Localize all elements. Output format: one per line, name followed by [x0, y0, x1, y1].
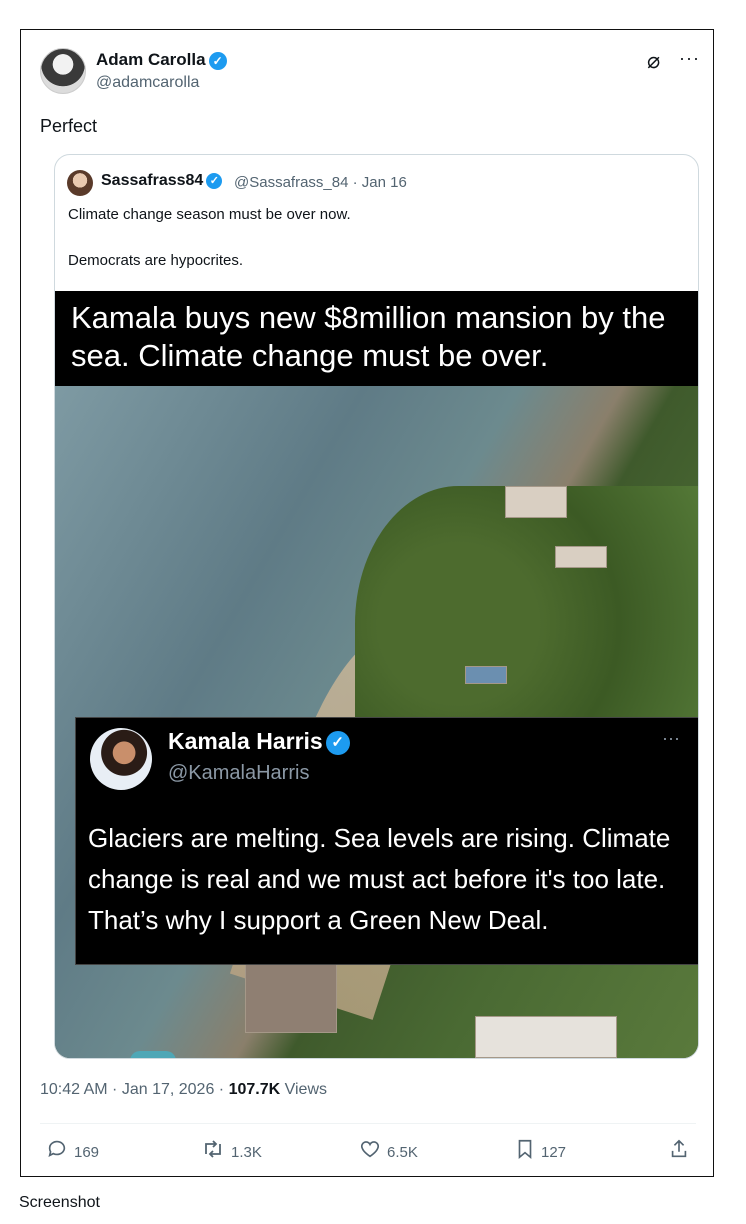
meme-header-text: Kamala buys new $8million mansion by the… [55, 291, 698, 386]
house [555, 546, 607, 568]
tweet-meta: 10:42 AM · Jan 17, 2026 · 107.7K Views [40, 1081, 327, 1099]
views-count: 107.7K [228, 1081, 281, 1098]
embedded-author-name-row: Kamala Harris ✓ [168, 728, 350, 755]
repost-button[interactable]: 1.3K [201, 1138, 262, 1166]
divider [40, 1123, 696, 1124]
share-button[interactable] [669, 1138, 689, 1166]
quoted-author-avatar [67, 170, 93, 196]
more-icon[interactable]: ··· [679, 48, 700, 69]
quoted-tweet[interactable]: Sassafrass84 ✓ @Sassafrass_84 · Jan 16 Cl… [54, 154, 699, 1059]
reply-button[interactable]: 169 [46, 1138, 99, 1166]
meme-image[interactable]: Kamala buys new $8million mansion by the… [55, 291, 698, 1058]
screenshot-caption: Screenshot [19, 1194, 100, 1211]
author-name-row[interactable]: Adam Carolla ✓ [96, 50, 227, 70]
quoted-author-handle: @Sassafrass_84 · Jan 16 [234, 174, 407, 191]
views-label: Views [280, 1081, 327, 1098]
embedded-author-avatar [90, 728, 152, 790]
bookmark-count: 127 [541, 1143, 567, 1161]
quoted-text-line: Democrats are hypocrites. [68, 252, 244, 269]
bookmark-icon [515, 1138, 535, 1166]
author-avatar[interactable] [40, 48, 86, 94]
reply-count: 169 [74, 1143, 100, 1161]
heart-icon [359, 1138, 381, 1166]
pool [130, 1051, 176, 1058]
repost-count: 1.3K [231, 1143, 262, 1161]
bookmark-button[interactable]: 127 [515, 1138, 566, 1166]
quoted-author-name: Sassafrass84 [101, 172, 204, 189]
grok-icon[interactable]: ⌀ [647, 48, 660, 74]
embedded-tweet-text: Glaciers are melting. Sea levels are ris… [88, 823, 671, 935]
author-handle[interactable]: @adamcarolla [96, 74, 199, 92]
quoted-author-name-row: Sassafrass84 ✓ [101, 172, 223, 190]
like-count: 6.5K [387, 1143, 418, 1161]
verified-badge-icon: ✓ [206, 172, 223, 189]
repost-icon [201, 1138, 225, 1166]
embedded-author-name: Kamala Harris [168, 728, 323, 754]
house [475, 1016, 617, 1058]
house [505, 486, 567, 518]
verified-badge-icon: ✓ [208, 51, 227, 70]
reply-icon [46, 1138, 68, 1166]
timestamp[interactable]: 10:42 AM · Jan 17, 2026 · [40, 1081, 229, 1098]
house [245, 961, 337, 1033]
embedded-author-handle: @KamalaHarris [168, 762, 310, 784]
like-button[interactable]: 6.5K [359, 1138, 418, 1166]
embedded-tweet-screenshot: Kamala Harris ✓ @KamalaHarris ··· Glacier… [75, 717, 698, 965]
quoted-text-line: Climate change season must be over now. [68, 206, 351, 223]
tweet-card: Adam Carolla ✓ @adamcarolla ⌀ ··· Perfect… [20, 29, 714, 1177]
verified-badge-icon: ✓ [325, 730, 350, 755]
more-icon: ··· [662, 728, 680, 748]
house [465, 666, 507, 684]
tweet-text: Perfect [40, 116, 98, 136]
share-icon [669, 1138, 689, 1166]
author-name[interactable]: Adam Carolla [96, 50, 206, 69]
